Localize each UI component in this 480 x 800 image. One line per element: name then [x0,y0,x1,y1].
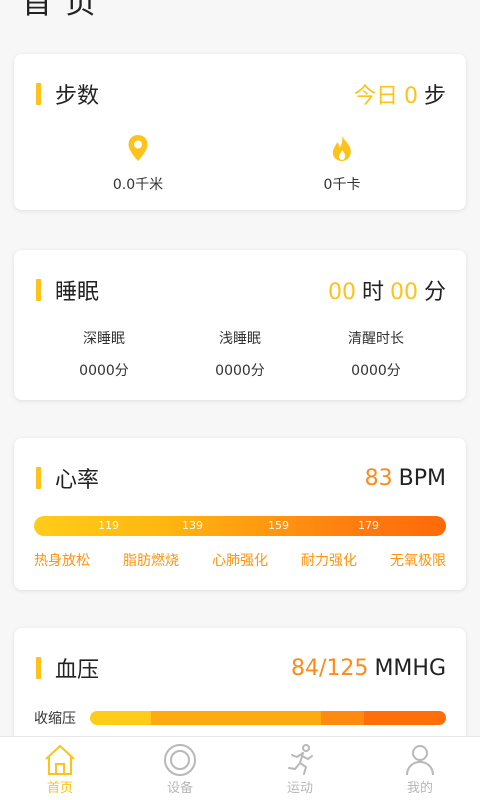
light-sleep-stat: 浅睡眠 0000分 [180,328,300,380]
sleep-card-header: 睡眠 00 时 00 分 [36,274,446,306]
home-icon [43,743,77,777]
steps-count: 0 [403,84,418,109]
bp-segment [364,711,446,725]
header-title-fragment: 首 页 [22,0,98,21]
tab-device-label: 设备 [166,781,193,796]
bp-unit: MMHG [374,655,446,681]
deep-sleep-value: 0000分 [79,363,129,379]
bp-segment [321,711,365,725]
user-icon [403,743,437,777]
sleep-title: 睡眠 [55,280,100,305]
systolic-row: 收缩压 [34,708,446,728]
steps-title-wrap: 步数 [36,78,99,110]
steps-title: 步数 [55,84,100,109]
sleep-hours-unit: 时 [361,280,384,305]
sleep-minutes: 00 [389,280,418,305]
heart-rate-zone-bar: 119 139 159 179 [34,516,446,536]
tick-label: 119 [98,519,119,532]
tick-label: 159 [268,519,289,532]
location-pin-icon [78,132,198,164]
deep-sleep-stat: 深睡眠 0000分 [44,328,164,380]
device-icon [163,743,197,777]
systolic-label: 收缩压 [34,711,76,727]
tick-label: 139 [182,519,203,532]
tab-profile[interactable]: 我的 [360,737,480,800]
heart-rate-unit: BPM [398,465,446,491]
sleep-duration: 00 时 00 分 [328,274,446,306]
steps-summary: 今日 0 步 [354,78,446,110]
bp-segment [90,711,151,725]
accent-bar [36,467,41,489]
systolic-bar [90,711,446,725]
accent-bar [36,279,41,301]
calories-stat: 0千卡 [282,132,402,194]
heart-rate-summary: 83 BPM [365,466,446,491]
distance-value: 0.0千米 [112,177,164,193]
bp-card-header: 血压 84/125 MMHG [36,652,446,684]
light-sleep-label: 浅睡眠 [219,331,261,347]
steps-stats-row: 0.0千米 0千卡 [14,132,466,202]
bottom-tab-bar: 首页 设备 运动 我的 [0,736,480,800]
running-icon [283,743,317,777]
tab-device[interactable]: 设备 [120,737,240,800]
heart-zone-labels: 热身放松 脂肪燃烧 心肺强化 耐力强化 无氧极限 [34,550,446,570]
steps-card-header: 步数 今日 0 步 [36,78,446,110]
accent-bar [36,83,41,105]
tick-label: 179 [358,519,379,532]
heart-title-wrap: 心率 [36,462,99,494]
heart-rate-card[interactable]: 心率 83 BPM 119 139 159 179 热身放松 脂肪燃烧 心肺强化… [14,438,466,590]
bp-summary: 84/125 MMHG [291,656,446,681]
bp-segment [150,711,322,725]
sleep-minutes-unit: 分 [423,280,446,305]
tab-home-label: 首页 [46,781,73,796]
tab-home[interactable]: 首页 [0,737,120,800]
steps-card[interactable]: 步数 今日 0 步 0.0千米 0千卡 [14,54,466,210]
deep-sleep-label: 深睡眠 [83,331,125,347]
awake-label: 清醒时长 [348,331,404,347]
zone-anaerobic-label: 无氧极限 [390,553,446,569]
sleep-card[interactable]: 睡眠 00 时 00 分 深睡眠 0000分 浅睡眠 0000分 清醒时长 00… [14,250,466,400]
steps-unit: 步 [423,84,446,109]
sleep-title-wrap: 睡眠 [36,274,99,306]
heart-card-header: 心率 83 BPM [36,462,446,494]
light-sleep-value: 0000分 [215,363,265,379]
awake-stat: 清醒时长 0000分 [316,328,436,380]
calories-value: 0千卡 [323,177,361,193]
distance-stat: 0.0千米 [78,132,198,194]
bp-title: 血压 [55,658,100,683]
accent-bar [36,657,41,679]
bp-title-wrap: 血压 [36,652,99,684]
flame-icon [282,132,402,164]
zone-cardio-label: 心肺强化 [212,553,268,569]
tab-sport-label: 运动 [286,781,313,796]
heart-rate-value: 83 [364,465,393,491]
heart-title: 心率 [55,468,100,493]
zone-fat-burn-label: 脂肪燃烧 [123,553,179,569]
scrolled-header: 首 页 [0,0,480,30]
tab-profile-label: 我的 [406,781,433,796]
steps-today-label: 今日 [353,84,398,109]
bp-value: 84/125 [291,655,369,681]
zone-warmup-label: 热身放松 [34,553,90,569]
awake-value: 0000分 [351,363,401,379]
zone-endurance-label: 耐力强化 [301,553,357,569]
tab-sport[interactable]: 运动 [240,737,360,800]
sleep-hours: 00 [327,280,356,305]
